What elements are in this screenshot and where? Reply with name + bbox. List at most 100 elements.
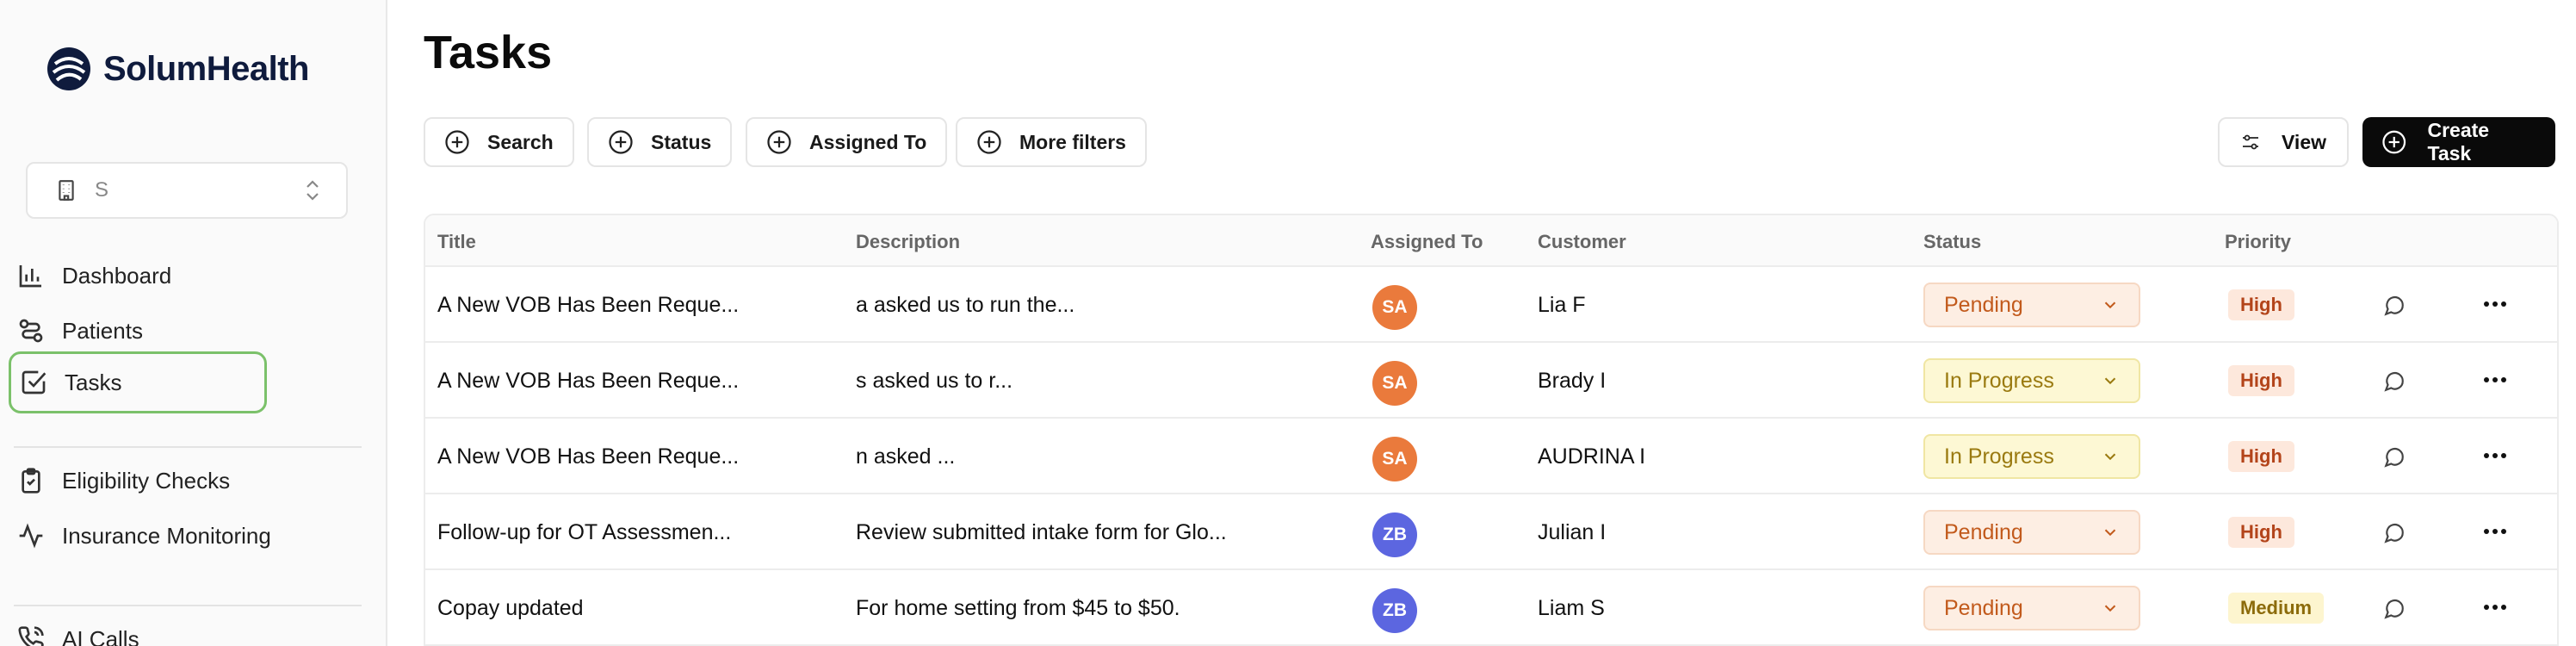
customer-name[interactable]: AUDRINA I <box>1538 419 1710 494</box>
sidebar-item-label: Dashboard <box>62 262 172 289</box>
status-select[interactable]: In Progress <box>1923 358 2140 403</box>
more-options-icon[interactable] <box>2483 376 2507 384</box>
sidebar-item-dashboard[interactable]: Dashboard <box>9 245 171 307</box>
task-title[interactable]: A New VOB Has Been Reque... <box>437 267 833 343</box>
table-row[interactable]: Copay updated For home setting from $45 t… <box>425 570 2557 646</box>
plus-circle-icon <box>767 130 791 154</box>
column-header-priority[interactable]: Priority <box>2225 231 2291 253</box>
table-row[interactable]: A New VOB Has Been Reque... a asked us to… <box>425 267 2557 343</box>
status-select[interactable]: Pending <box>1923 586 2140 630</box>
priority-badge: High <box>2228 517 2294 548</box>
task-title[interactable]: A New VOB Has Been Reque... <box>437 419 833 494</box>
search-filter-button[interactable]: Search <box>424 117 574 167</box>
sidebar-divider <box>14 605 362 606</box>
assignee-avatar[interactable]: ZB <box>1372 588 1417 633</box>
task-description: s asked us to r... <box>856 368 1013 393</box>
plus-circle-icon <box>977 130 1001 154</box>
more-options-icon[interactable] <box>2483 603 2507 612</box>
column-header-customer[interactable]: Customer <box>1538 231 1626 253</box>
brand-name: SolumHealth <box>103 49 309 88</box>
checkbox-icon <box>22 370 46 394</box>
priority-badge: High <box>2228 365 2294 396</box>
assignee-avatar[interactable]: SA <box>1372 437 1417 481</box>
more-options-icon[interactable] <box>2483 300 2507 308</box>
button-label: View <box>2282 130 2326 153</box>
customer-name[interactable]: Brady I <box>1538 343 1710 419</box>
status-select[interactable]: Pending <box>1923 510 2140 555</box>
bar-chart-icon <box>19 265 41 288</box>
task-description: For home setting from $45 to $50. <box>856 595 1180 620</box>
comment-icon[interactable] <box>2383 598 2406 620</box>
sliders-icon <box>2243 134 2258 150</box>
task-title[interactable]: Follow-up for OT Assessmen... <box>437 494 833 570</box>
more-options-icon[interactable] <box>2483 527 2507 536</box>
status-value: In Progress <box>1944 444 2054 469</box>
create-task-button[interactable]: Create Task <box>2362 117 2555 167</box>
button-label: Search <box>487 130 554 153</box>
column-header-status[interactable]: Status <box>1923 231 1981 253</box>
chevron-down-icon <box>2104 453 2116 461</box>
comment-icon[interactable] <box>2383 295 2406 317</box>
chevron-down-icon <box>2104 605 2116 612</box>
sidebar-item-label: Patients <box>62 317 143 344</box>
more-options-icon[interactable] <box>2483 451 2507 460</box>
assignee-avatar[interactable]: SA <box>1372 285 1417 330</box>
solumhealth-logo-icon <box>47 47 90 90</box>
priority-badge: Medium <box>2228 593 2325 624</box>
status-value: Pending <box>1944 519 2023 544</box>
sidebar-divider <box>14 446 362 448</box>
plus-circle-icon <box>445 130 469 154</box>
assignee-avatar[interactable]: ZB <box>1372 512 1417 557</box>
status-select[interactable]: Pending <box>1923 283 2140 327</box>
more-filters-button[interactable]: More filters <box>956 117 1147 167</box>
customer-name[interactable]: Liam S <box>1538 570 1710 646</box>
column-header-assigned-to[interactable]: Assigned To <box>1371 231 1483 253</box>
customer-name[interactable]: Lia F <box>1538 267 1710 343</box>
sidebar-item-tasks[interactable]: Tasks <box>9 351 267 413</box>
table-row[interactable]: A New VOB Has Been Reque... n asked ... SA… <box>425 419 2557 494</box>
table-row[interactable]: A New VOB Has Been Reque... s asked us to… <box>425 343 2557 419</box>
plus-circle-icon <box>609 130 633 154</box>
status-value: Pending <box>1944 292 2023 317</box>
task-description: a asked us to run the... <box>856 292 1075 317</box>
sidebar-item-eligibility-checks[interactable]: Eligibility Checks <box>9 450 230 512</box>
priority-badge: High <box>2228 441 2294 472</box>
button-label: Status <box>651 130 712 153</box>
priority-badge: High <box>2228 289 2294 320</box>
building-icon <box>59 180 74 201</box>
table-row[interactable]: Follow-up for OT Assessmen... Review subm… <box>425 494 2557 570</box>
organization-select[interactable]: S <box>26 162 348 219</box>
activity-icon <box>19 523 43 549</box>
clipboard-check-icon <box>22 468 40 494</box>
sidebar-item-label: Tasks <box>65 369 122 395</box>
brand-logo[interactable]: SolumHealth <box>46 43 309 95</box>
task-description: n asked ... <box>856 444 956 469</box>
comment-icon[interactable] <box>2383 522 2406 544</box>
column-header-title[interactable]: Title <box>437 231 476 253</box>
sidebar-item-label: Insurance Monitoring <box>62 522 271 549</box>
route-icon <box>19 319 43 343</box>
sidebar-item-ai-calls[interactable]: AI Calls <box>9 608 139 646</box>
page-title: Tasks <box>424 27 553 78</box>
view-button[interactable]: View <box>2218 117 2349 167</box>
sidebar-item-label: AI Calls <box>62 625 139 646</box>
assigned-to-filter-button[interactable]: Assigned To <box>746 117 948 167</box>
task-title[interactable]: Copay updated <box>437 570 833 646</box>
comment-icon[interactable] <box>2383 446 2406 469</box>
assignee-avatar[interactable]: SA <box>1372 361 1417 406</box>
customer-name[interactable]: Julian I <box>1538 494 1710 570</box>
task-description: Review submitted intake form for Glo... <box>856 519 1227 544</box>
phone-call-icon <box>18 626 44 646</box>
button-label: Assigned To <box>809 130 927 153</box>
chevron-down-icon <box>2104 529 2116 537</box>
sidebar-item-insurance-monitoring[interactable]: Insurance Monitoring <box>9 505 271 567</box>
column-header-description[interactable]: Description <box>856 231 960 253</box>
status-filter-button[interactable]: Status <box>587 117 733 167</box>
table-header: Title Description Assigned To Customer S… <box>425 215 2557 267</box>
organization-name: S <box>95 178 109 202</box>
button-label: More filters <box>1019 130 1126 153</box>
status-select[interactable]: In Progress <box>1923 434 2140 479</box>
comment-icon[interactable] <box>2383 370 2406 393</box>
plus-circle-icon <box>2382 130 2406 154</box>
task-title[interactable]: A New VOB Has Been Reque... <box>437 343 833 419</box>
